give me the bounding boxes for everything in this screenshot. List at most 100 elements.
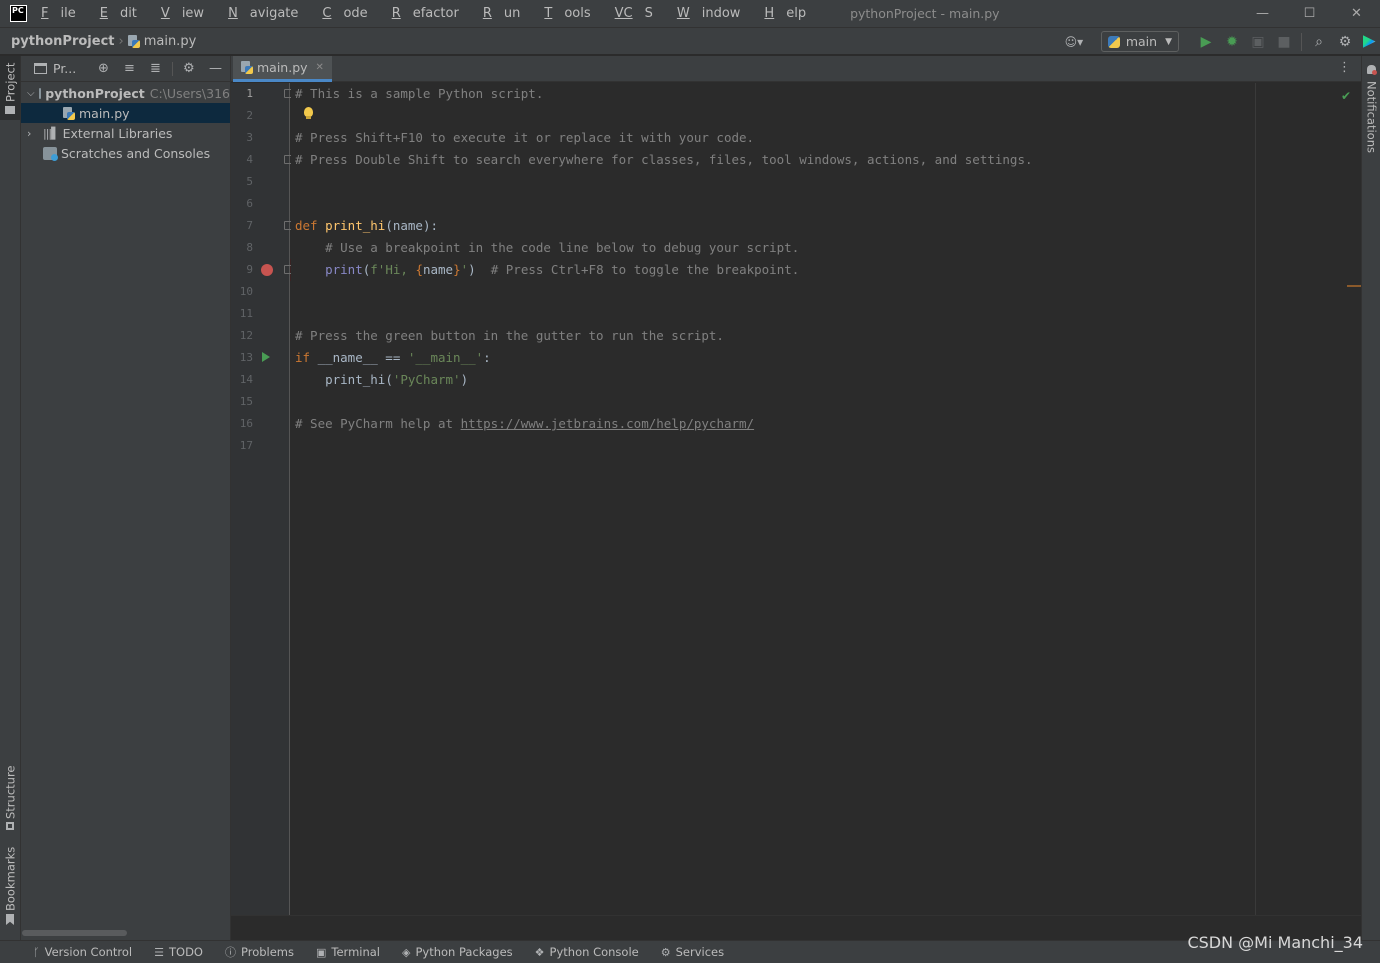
settings-icon[interactable]: ⚙ xyxy=(1332,28,1358,55)
menu-run[interactable]: Run xyxy=(483,6,533,21)
breakpoint-icon[interactable] xyxy=(261,264,273,276)
menu-navigate[interactable]: Navigate xyxy=(228,6,310,21)
breadcrumb: pythonProject › main.py xyxy=(11,34,196,49)
inspection-ok-icon[interactable]: ✔ xyxy=(1341,89,1351,103)
project-root-path: C:\Users\316 xyxy=(149,85,230,101)
debug-icon[interactable]: ✹ xyxy=(1219,28,1245,55)
menu-code[interactable]: Code xyxy=(322,6,379,21)
run-configuration-selector[interactable]: main ▼ xyxy=(1100,31,1179,52)
tree-item-project-root[interactable]: ⌵ pythonProject C:\Users\316 xyxy=(21,83,230,103)
line-number: 13 xyxy=(239,351,253,364)
maximize-icon[interactable]: ☐ xyxy=(1286,0,1333,27)
tree-item-scratches[interactable]: Scratches and Consoles xyxy=(21,143,230,163)
breadcrumb-file[interactable]: main.py xyxy=(144,34,197,49)
list-icon: ☰ xyxy=(154,945,164,959)
stop-icon[interactable]: ■ xyxy=(1271,28,1297,55)
breadcrumb-separator-icon: › xyxy=(118,33,124,49)
chevron-down-icon: ▼ xyxy=(1165,36,1172,47)
error-stripe-marker[interactable] xyxy=(1347,285,1361,287)
bulb-base xyxy=(306,116,311,119)
close-icon[interactable]: ✕ xyxy=(1333,0,1380,27)
code-line-4: # Press Double Shift to search everywher… xyxy=(295,152,1033,167)
todo-button[interactable]: ☰ TODO xyxy=(154,945,203,959)
terminal-button[interactable]: ▣ Terminal xyxy=(316,945,380,959)
user-icon[interactable]: ☺▾ xyxy=(1057,28,1091,55)
more-options-icon[interactable]: ⋮ xyxy=(1338,60,1351,75)
editor-gutter[interactable]: 1 2 3 4 5 6 7 8 9 10 11 12 13 14 15 16 1… xyxy=(231,83,292,915)
close-tab-icon[interactable]: ✕ xyxy=(316,62,324,73)
minimize-icon[interactable]: — xyxy=(1239,0,1286,27)
services-button[interactable]: ⚙ Services xyxy=(661,945,724,959)
info-icon: ⓘ xyxy=(224,946,236,959)
expand-all-icon[interactable]: ≡ xyxy=(124,61,135,76)
help-link[interactable]: https://www.jetbrains.com/help/pycharm/ xyxy=(461,416,755,431)
code-line-16: # See PyCharm help at https://www.jetbra… xyxy=(295,416,755,431)
pycharm-logo-icon: PC xyxy=(10,5,27,22)
python-packages-button[interactable]: ◈ Python Packages xyxy=(402,945,513,959)
code-line-14: print_hi('PyCharm') xyxy=(325,372,469,387)
editor-tab-bar: main.py ✕ ⋮ xyxy=(231,56,1361,82)
problems-button[interactable]: ⓘ Problems xyxy=(225,944,294,960)
python-file-icon xyxy=(241,61,254,74)
line-number: 17 xyxy=(239,439,253,452)
menu-edit[interactable]: Edit xyxy=(100,6,149,21)
code-line-7: def print_hi(name): xyxy=(295,218,439,233)
breadcrumb-project[interactable]: pythonProject xyxy=(11,34,115,49)
run-gutter-icon[interactable] xyxy=(262,352,270,362)
line-number: 5 xyxy=(246,175,253,188)
notifications-tab[interactable]: Notifications xyxy=(1363,80,1380,154)
tree-item-label: Scratches and Consoles xyxy=(61,145,211,161)
tab-label: main.py xyxy=(257,60,308,75)
left-tool-stripe: Project Structure Bookmarks xyxy=(0,56,21,940)
chevron-right-icon: › xyxy=(27,126,32,140)
code-line-12: # Press the green button in the gutter t… xyxy=(295,328,724,343)
bookmark-icon xyxy=(6,914,14,925)
run-icon[interactable]: ▶ xyxy=(1193,28,1219,55)
locate-icon[interactable]: ⊕ xyxy=(98,61,109,76)
chevron-down-icon: ⌵ xyxy=(27,87,35,99)
collapse-all-icon[interactable]: ≣ xyxy=(150,61,161,76)
jetbrains-toolbox-icon[interactable] xyxy=(1358,28,1380,55)
layers-icon: ◈ xyxy=(402,945,411,959)
main-toolbar: ☺▾ main ▼ ▶ ✹ ▣ ■ ⌕ ⚙ xyxy=(1057,28,1380,55)
tree-item-external-libraries[interactable]: › |||▌ External Libraries xyxy=(21,123,230,143)
horizontal-scrollbar[interactable] xyxy=(22,930,127,936)
menu-refactor[interactable]: Refactor xyxy=(392,6,471,21)
menu-bar: File Edit View Navigate Code Refactor Ru… xyxy=(41,6,830,21)
line-number: 7 xyxy=(246,219,253,232)
tree-item-label: External Libraries xyxy=(62,125,173,141)
menu-help[interactable]: Help xyxy=(764,6,818,21)
line-number: 14 xyxy=(239,373,253,386)
line-number: 12 xyxy=(239,329,253,342)
version-control-button[interactable]: ᚴ Version Control xyxy=(33,945,132,959)
python-file-icon xyxy=(127,34,141,48)
project-panel-title[interactable]: Pr... xyxy=(53,61,76,76)
code-line-9: print(f'Hi, {name}') # Press Ctrl+F8 to … xyxy=(325,262,800,277)
menu-view[interactable]: View xyxy=(161,6,216,21)
menu-file[interactable]: File xyxy=(41,6,88,21)
hide-icon[interactable]: — xyxy=(209,61,222,76)
bookmarks-tab[interactable]: Bookmarks xyxy=(2,847,19,911)
structure-tab[interactable]: Structure xyxy=(2,762,19,822)
menu-window[interactable]: Window xyxy=(677,6,753,21)
coverage-icon[interactable]: ▣ xyxy=(1245,28,1271,55)
tree-item-label: main.py xyxy=(79,105,130,121)
line-number: 8 xyxy=(246,241,253,254)
menu-vcs[interactable]: VC S xyxy=(615,6,665,21)
search-icon[interactable]: ⌕ xyxy=(1306,28,1332,55)
project-tool-tab[interactable]: Project xyxy=(0,56,20,120)
window-title: pythonProject - main.py xyxy=(850,6,1000,21)
gear-icon[interactable]: ⚙ xyxy=(183,61,195,76)
python-file-icon xyxy=(63,106,76,120)
window-controls: — ☐ ✕ xyxy=(1239,0,1380,27)
title-bar: PC File Edit View Navigate Code Refactor… xyxy=(0,0,1380,27)
tree-item-main-py[interactable]: main.py xyxy=(21,103,230,123)
tab-main-py[interactable]: main.py ✕ xyxy=(233,56,332,82)
right-tool-stripe: Notifications xyxy=(1361,56,1380,940)
line-number: 3 xyxy=(246,131,253,144)
python-console-button[interactable]: ❖ Python Console xyxy=(535,945,639,959)
line-number: 11 xyxy=(239,307,253,320)
project-tab-label: Project xyxy=(3,62,18,102)
code-editor[interactable]: # This is a sample Python script. # Pres… xyxy=(291,83,1361,915)
menu-tools[interactable]: Tools xyxy=(544,6,602,21)
